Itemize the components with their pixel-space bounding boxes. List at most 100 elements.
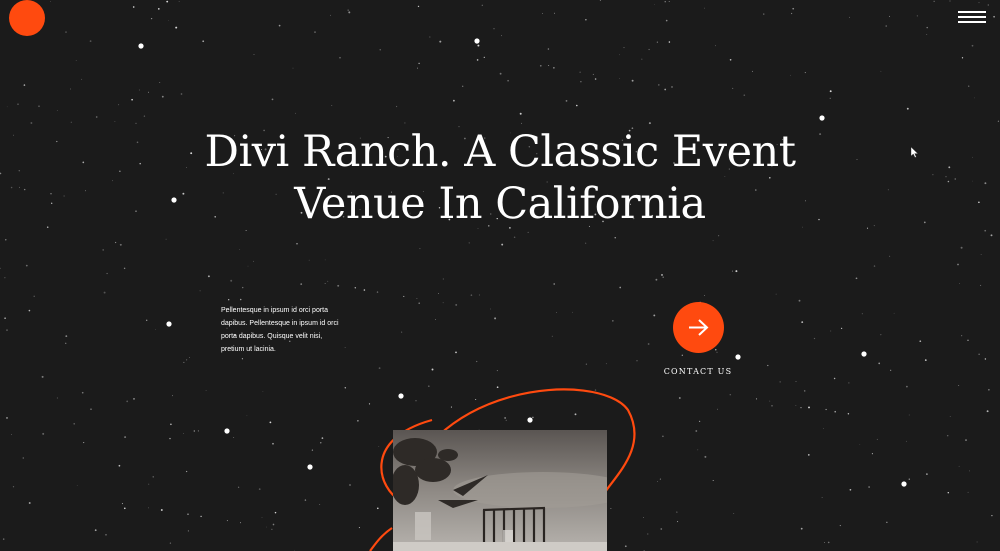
- star: [483, 56, 485, 59]
- hamburger-menu-icon[interactable]: [958, 9, 986, 25]
- bright-star: [166, 321, 172, 327]
- star: [997, 120, 999, 122]
- star: [51, 202, 53, 204]
- star: [139, 162, 141, 165]
- star: [807, 454, 810, 456]
- star: [12, 486, 15, 488]
- star: [138, 89, 140, 91]
- star: [185, 470, 188, 473]
- star: [327, 280, 329, 282]
- star: [450, 406, 452, 408]
- star: [143, 115, 146, 117]
- star: [795, 404, 797, 406]
- star: [668, 1, 670, 3]
- star: [829, 97, 831, 99]
- star: [344, 347, 346, 348]
- bright-star: [735, 354, 741, 360]
- star: [643, 517, 644, 518]
- star: [856, 159, 858, 160]
- star: [339, 56, 341, 59]
- star: [876, 438, 878, 440]
- star: [612, 320, 614, 322]
- star: [475, 399, 477, 400]
- star: [819, 133, 822, 136]
- star: [647, 343, 650, 345]
- star: [668, 41, 671, 43]
- star: [462, 85, 464, 87]
- star: [202, 40, 205, 43]
- bright-star: [527, 417, 533, 423]
- star: [565, 100, 568, 102]
- star: [5, 239, 7, 241]
- star: [660, 528, 663, 530]
- star: [186, 359, 188, 361]
- star: [85, 190, 87, 192]
- star: [641, 58, 643, 60]
- contact-cta-button[interactable]: [673, 302, 724, 353]
- star: [119, 170, 121, 172]
- logo-dot[interactable]: [9, 0, 45, 36]
- star: [132, 6, 135, 8]
- star: [800, 527, 803, 530]
- star: [947, 180, 950, 183]
- star: [50, 1, 51, 2]
- star: [207, 275, 210, 278]
- star: [493, 28, 495, 30]
- star: [619, 54, 620, 56]
- bright-star: [171, 197, 177, 203]
- star: [417, 5, 420, 8]
- star: [123, 267, 126, 270]
- star: [46, 226, 49, 228]
- star: [712, 240, 714, 242]
- star: [715, 45, 716, 47]
- star: [148, 91, 149, 93]
- star: [187, 530, 189, 532]
- hero-title: Divi Ranch. A Classic Event Venue In Cal…: [204, 127, 797, 229]
- star: [823, 428, 824, 429]
- contact-us-link[interactable]: CONTACT US: [648, 367, 748, 376]
- star: [840, 327, 843, 330]
- star: [95, 116, 98, 118]
- star: [304, 499, 307, 501]
- star: [169, 437, 171, 440]
- star: [476, 360, 478, 363]
- star: [971, 180, 973, 182]
- star: [76, 485, 78, 486]
- star: [124, 507, 126, 510]
- star: [152, 476, 154, 478]
- star: [427, 385, 430, 388]
- star: [908, 478, 910, 480]
- star: [647, 533, 649, 535]
- star: [729, 58, 732, 61]
- star: [494, 317, 497, 320]
- star: [866, 227, 869, 229]
- bright-star: [307, 464, 313, 470]
- star: [671, 86, 673, 88]
- star: [988, 389, 990, 391]
- star: [839, 525, 841, 527]
- star: [664, 1, 666, 3]
- star: [193, 430, 195, 432]
- star: [242, 286, 244, 289]
- star: [56, 397, 58, 399]
- star: [655, 278, 658, 281]
- star: [947, 491, 950, 494]
- star: [148, 507, 150, 509]
- star: [416, 298, 418, 299]
- star: [70, 121, 72, 123]
- star: [919, 340, 922, 343]
- star: [932, 174, 934, 176]
- star: [662, 276, 664, 278]
- star: [556, 312, 557, 313]
- star: [718, 235, 720, 237]
- star: [880, 70, 882, 72]
- star: [311, 449, 314, 451]
- star: [190, 152, 193, 155]
- bright-star: [224, 428, 230, 434]
- star: [659, 478, 661, 480]
- star: [967, 339, 969, 341]
- star: [949, 0, 951, 2]
- bright-star: [901, 481, 907, 487]
- star: [294, 549, 295, 551]
- star: [314, 31, 316, 33]
